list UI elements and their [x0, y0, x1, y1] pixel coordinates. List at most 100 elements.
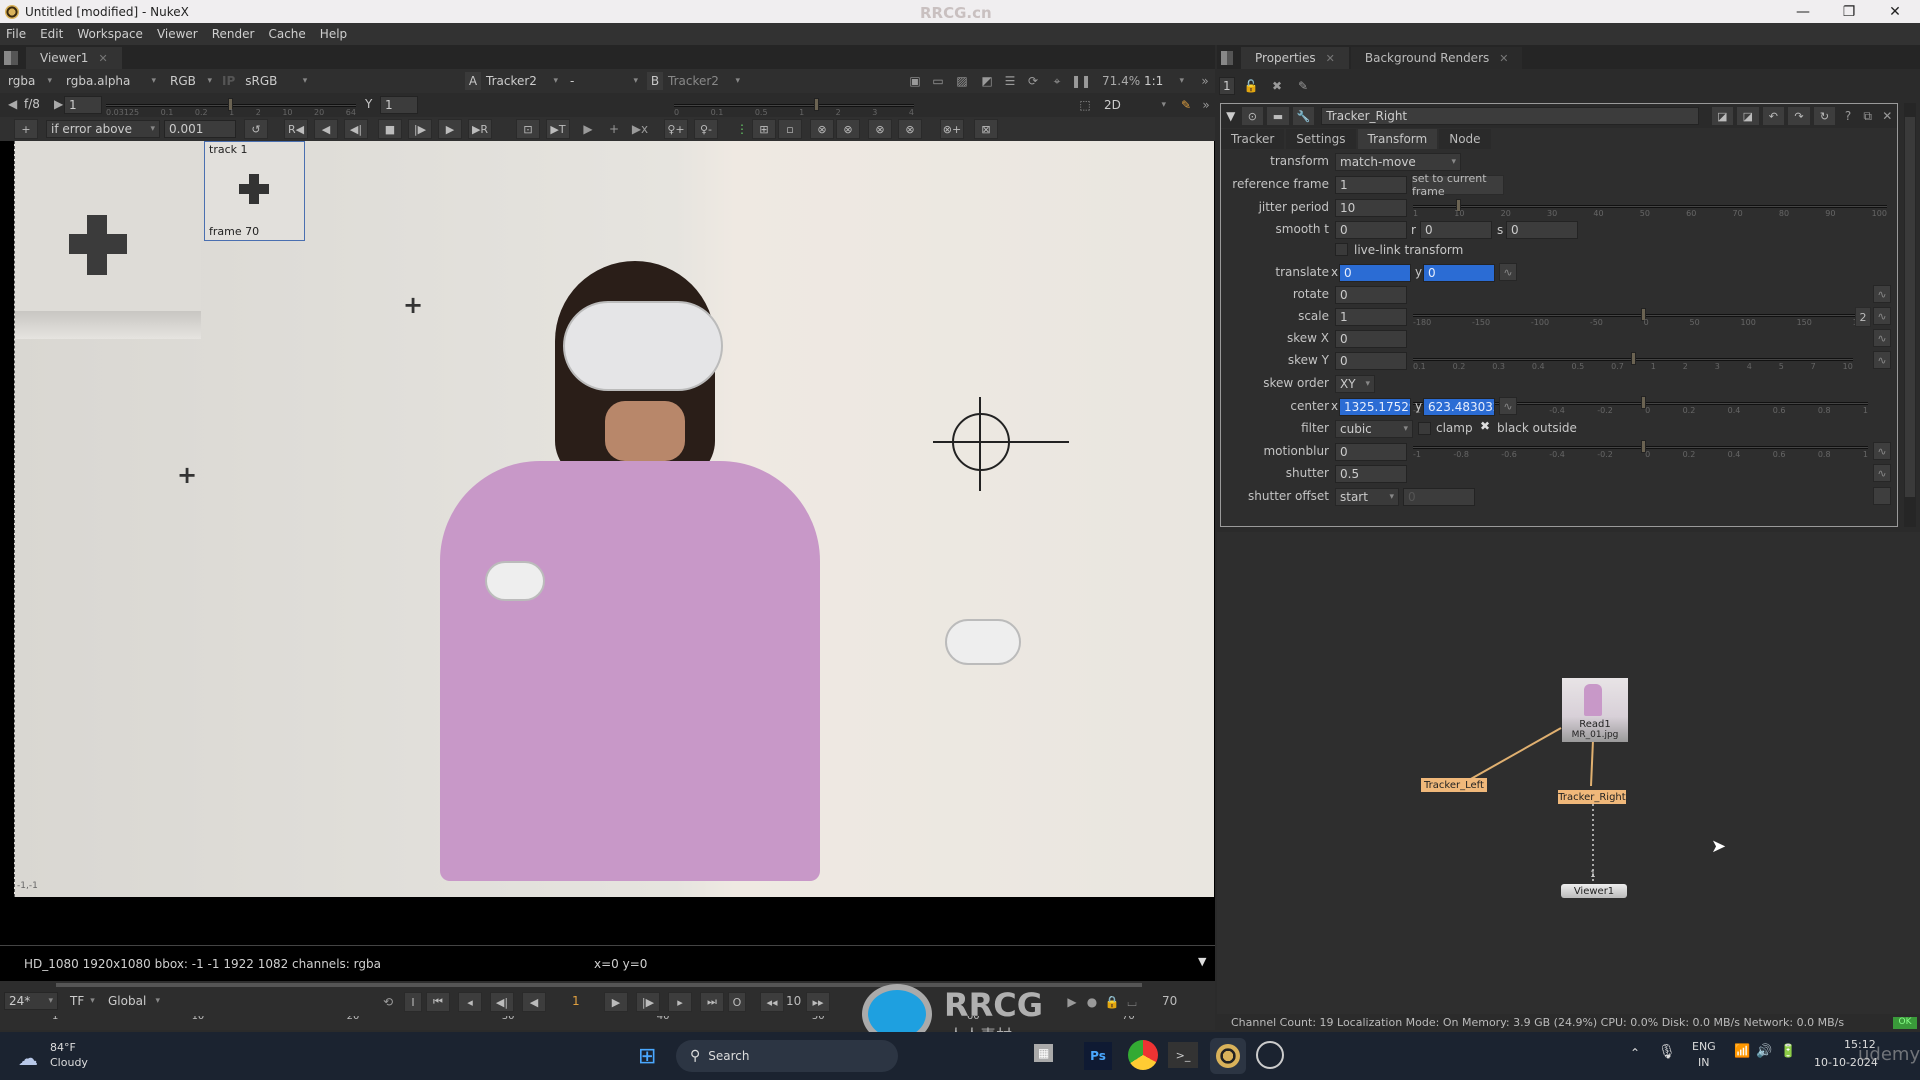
node-tracker-left[interactable]: Tracker_Left	[1421, 778, 1487, 792]
tracker-transform-jack[interactable]	[952, 413, 1010, 471]
node-tab-node[interactable]: Node	[1439, 129, 1491, 149]
play-forward-icon[interactable]: ▶	[604, 992, 628, 1012]
clamp-checkbox[interactable]	[1418, 422, 1431, 435]
composite-dropdown[interactable]: -	[566, 72, 642, 90]
transform-dropdown[interactable]: match-move	[1335, 153, 1461, 171]
scale-curve-icon[interactable]: ∿	[1873, 307, 1891, 325]
track-to-start-icon[interactable]: R◀	[284, 119, 308, 139]
skew-y-input[interactable]: 0	[1335, 352, 1407, 370]
lock-icon[interactable]: 🔒	[1102, 993, 1122, 1011]
panel-menu-icon[interactable]	[1221, 51, 1233, 65]
fps-dropdown[interactable]: 24*	[4, 992, 58, 1010]
node-tab-settings[interactable]: Settings	[1286, 129, 1356, 149]
play-backward-icon[interactable]: ◀	[522, 992, 546, 1012]
clear-all-icon[interactable]: ⊗	[836, 119, 860, 139]
scale-dimensions-button[interactable]: 2	[1855, 307, 1871, 327]
revert-icon[interactable]: ↻	[1812, 106, 1837, 126]
maximize-button[interactable]: ❐	[1826, 0, 1872, 23]
info-expand-icon[interactable]: ▼	[1198, 955, 1206, 968]
node-tile-icon[interactable]: ▬	[1266, 106, 1290, 126]
lock-icon[interactable]: 🔓	[1241, 77, 1261, 95]
translate-curve-icon[interactable]: ∿	[1499, 263, 1517, 281]
battery-icon[interactable]: 🔋	[1780, 1044, 1796, 1059]
jitter-period-input[interactable]: 10	[1335, 199, 1407, 217]
center-y-input[interactable]: 623.4830323	[1423, 398, 1495, 416]
last-frame-icon[interactable]: ⏭	[700, 992, 724, 1012]
skew-y-curve-icon[interactable]: ∿	[1873, 351, 1891, 369]
translate-y-input[interactable]: 0	[1423, 264, 1495, 282]
reset-icon[interactable]: ↺	[244, 119, 268, 139]
alpha-dropdown[interactable]: rgba.alpha	[62, 72, 160, 90]
scale-input[interactable]: 1	[1335, 308, 1407, 326]
clear-forward-icon[interactable]: ⊗	[898, 119, 922, 139]
fstop-increment-icon[interactable]: ▶	[54, 97, 63, 111]
node-color-icon[interactable]: ⊙	[1240, 106, 1265, 126]
traffic-light-icon[interactable]: ⋮	[732, 120, 752, 138]
clear-key-icon[interactable]: ⊗	[810, 119, 834, 139]
close-node-icon[interactable]: ✕	[1877, 107, 1897, 125]
help-icon[interactable]: ?	[1838, 107, 1858, 125]
refresh-icon[interactable]: ⟳	[1023, 72, 1043, 90]
fstop-decrement-icon[interactable]: ◀	[8, 97, 17, 111]
menu-file[interactable]: File	[6, 27, 26, 41]
lang-region[interactable]: IN	[1698, 1056, 1709, 1069]
track-forward-icon[interactable]: ▶	[438, 119, 462, 139]
safe-area-icon[interactable]: ▭	[928, 72, 948, 90]
overlay-icon[interactable]: ◩	[977, 72, 997, 90]
pause-icon[interactable]: ❚❚	[1071, 72, 1091, 90]
menu-cache[interactable]: Cache	[268, 27, 305, 41]
in-point-button[interactable]: I	[404, 992, 422, 1012]
shutter-offset-button[interactable]	[1873, 487, 1891, 505]
remove-key-icon[interactable]: ♀-	[694, 119, 718, 139]
first-frame-icon[interactable]: ⏮	[426, 992, 450, 1012]
expand-toolbar-icon[interactable]: »	[1195, 72, 1215, 90]
scope-dropdown[interactable]: Global	[104, 992, 164, 1010]
zoom-ratio-dropdown[interactable]: 1:1	[1140, 72, 1188, 90]
gain-slider[interactable]: 0.03125 0.1 0.2 1 2 10 20 64	[106, 95, 356, 117]
rotate-slider[interactable]: -180-150-100-50050100150180	[1413, 305, 1868, 327]
motionblur-curve-icon[interactable]: ∿	[1873, 442, 1891, 460]
photoshop-icon[interactable]: Ps	[1084, 1042, 1112, 1070]
node-tab-tracker[interactable]: Tracker	[1221, 129, 1285, 149]
smooth-s-input[interactable]: 0	[1506, 221, 1578, 239]
set-to-current-frame-button[interactable]: set to current frame	[1411, 172, 1504, 198]
ip-toggle[interactable]: IP	[222, 74, 235, 88]
taskbar-search[interactable]: ⚲ Search	[676, 1040, 898, 1072]
shutter-curve-icon[interactable]: ∿	[1873, 464, 1891, 482]
track-range-icon[interactable]: ⊡	[516, 119, 540, 139]
zoom-window-icon[interactable]: ▫	[778, 119, 802, 139]
gain-input[interactable]: 1	[64, 96, 102, 114]
tf-dropdown[interactable]: TF	[66, 992, 96, 1010]
smooth-r-input[interactable]: 0	[1420, 221, 1492, 239]
record-icon[interactable]: ●	[1082, 993, 1102, 1011]
skew-y-slider[interactable]: -1 -0.8 -0.6 -0.4 -0.2 0 0.2 0.4 0.6 0.8 1	[1413, 437, 1868, 459]
clear-frame-icon[interactable]: ⊠	[974, 119, 998, 139]
expand-icon[interactable]: »	[1196, 96, 1216, 114]
tray-chevron-icon[interactable]: ⌃	[1630, 1046, 1640, 1060]
max-panels-input[interactable]: 1	[1219, 77, 1235, 95]
wrench-icon[interactable]: 🔧	[1291, 106, 1316, 126]
step-back-icon[interactable]: ◀|	[490, 992, 514, 1012]
collapse-icon[interactable]: ▼	[1221, 107, 1241, 125]
node-name-input[interactable]: Tracker_Right	[1321, 107, 1699, 125]
tracker-threshold-input[interactable]: 0.001	[164, 120, 236, 138]
redo-icon[interactable]: ↷	[1787, 106, 1811, 126]
skew-order-dropdown[interactable]: XY	[1335, 375, 1375, 393]
center-viewer-icon[interactable]: ⊞	[752, 119, 776, 139]
node-graph[interactable]: Read1 MR_01.jpg Tracker_Left Tracker_Rig…	[1217, 532, 1920, 1014]
prev-keyframe-icon[interactable]: ◂	[458, 992, 482, 1012]
step-forward-icon[interactable]: |▶	[636, 992, 660, 1012]
keyframe-delete-icon[interactable]: ▶x	[630, 120, 650, 138]
guides-icon[interactable]: ☰	[1000, 72, 1020, 90]
track-forward-step-icon[interactable]: |▶	[408, 119, 432, 139]
menu-help[interactable]: Help	[320, 27, 347, 41]
gamma-input[interactable]: 1	[380, 96, 418, 114]
scale-slider[interactable]: 0.1 0.2 0.3 0.4 0.5 0.7 1 2 3 4 5 7 10	[1413, 349, 1853, 371]
filter-dropdown[interactable]: cubic	[1335, 420, 1413, 438]
flipbook-icon[interactable]: ▶	[1062, 993, 1082, 1011]
clear-offset-icon[interactable]: ⊗+	[940, 119, 964, 139]
view-mode-dropdown[interactable]: 2D	[1100, 96, 1170, 114]
tab-background-renders[interactable]: Background Renders ✕	[1350, 47, 1523, 69]
translate-x-input[interactable]: 0	[1339, 264, 1411, 282]
display-channel-dropdown[interactable]: RGB	[166, 72, 216, 90]
